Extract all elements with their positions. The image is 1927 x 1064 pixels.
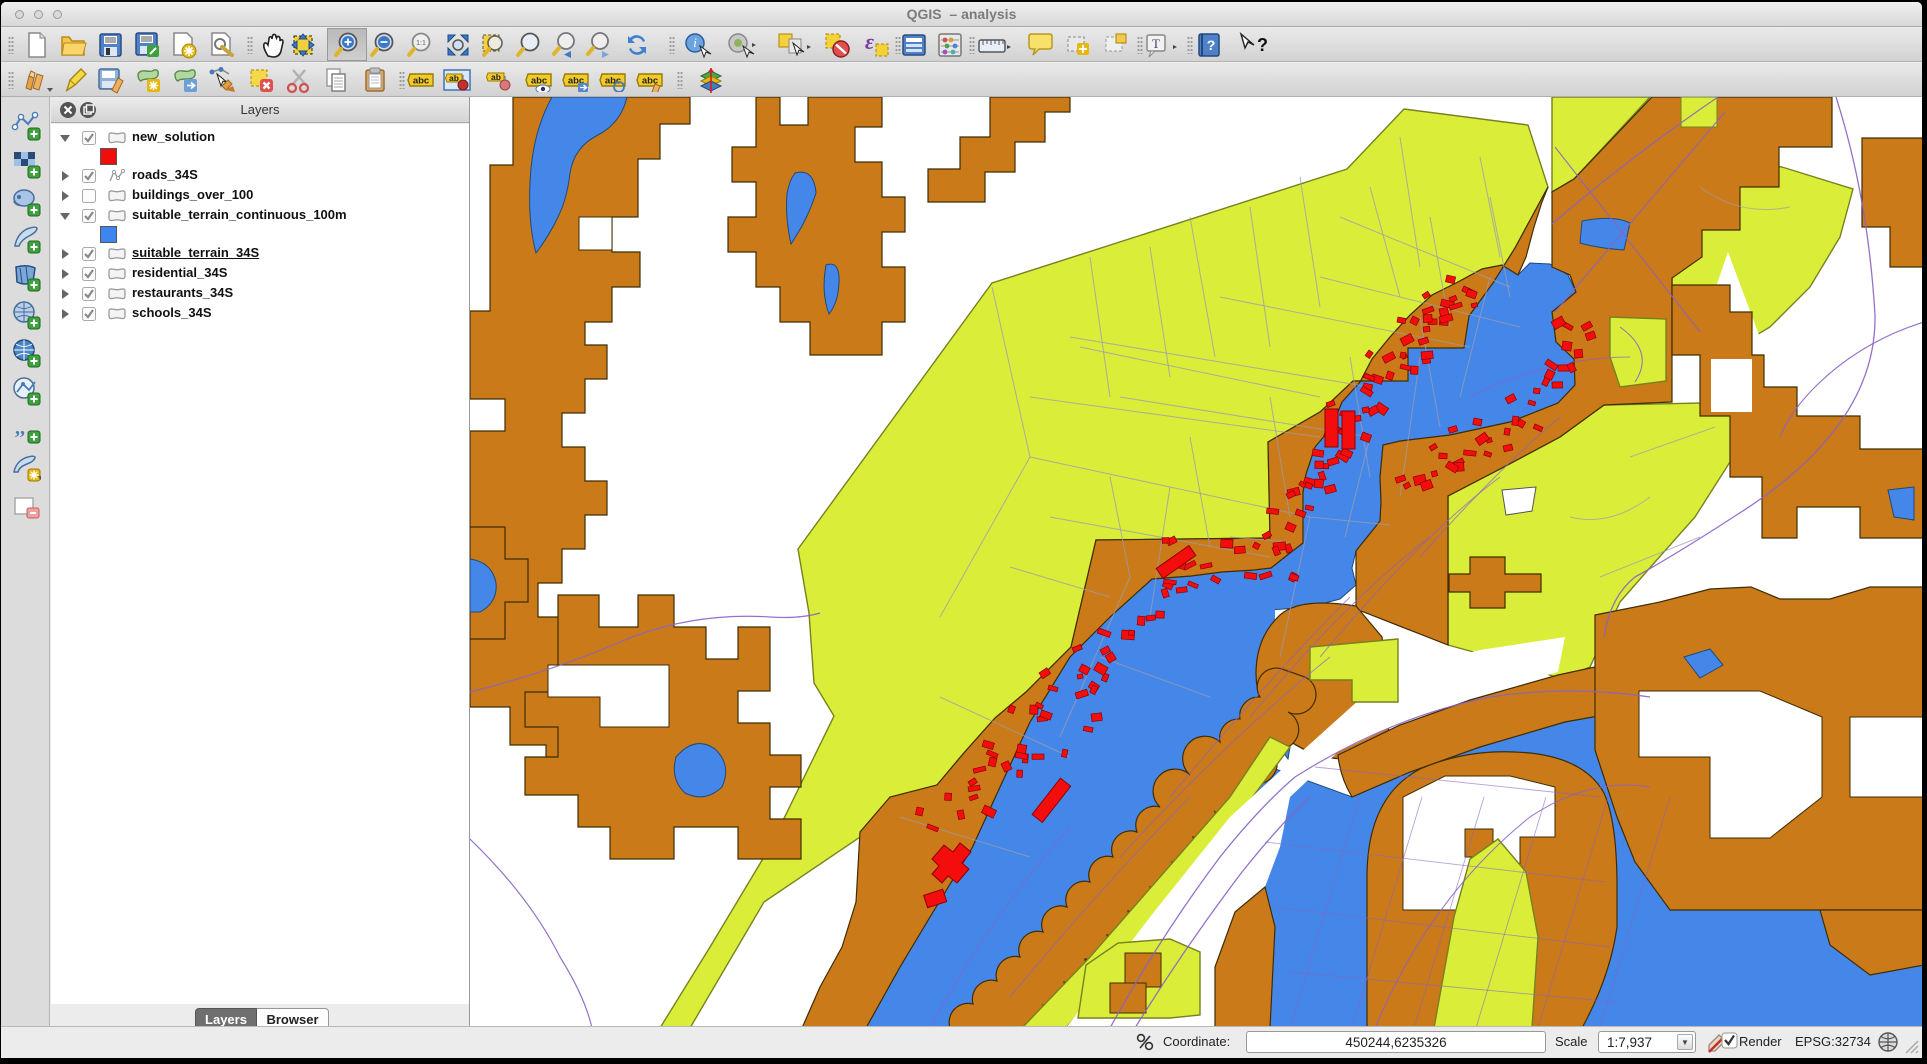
svg-text:ε: ε xyxy=(865,31,874,54)
svg-text:i: i xyxy=(693,35,697,50)
svg-text:?: ? xyxy=(1257,35,1267,55)
svg-text:abc: abc xyxy=(605,76,621,87)
svg-text:abc: abc xyxy=(413,76,429,87)
svg-text:,,: ,, xyxy=(15,417,25,439)
svg-text:?: ? xyxy=(1207,37,1216,53)
svg-text:1:1: 1:1 xyxy=(416,40,426,47)
svg-text:ab: ab xyxy=(449,73,459,83)
svg-text:ab: ab xyxy=(491,72,501,82)
svg-text:T: T xyxy=(1152,36,1160,51)
